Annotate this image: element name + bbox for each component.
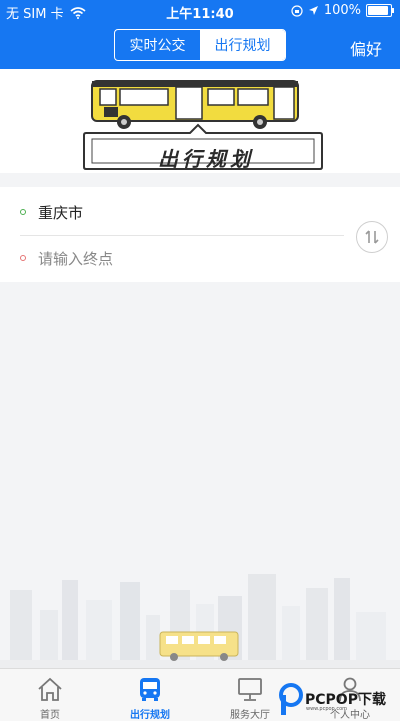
swap-arrows-icon xyxy=(365,230,379,244)
banner: 出行规划 xyxy=(0,69,400,173)
tab-home-label: 首页 xyxy=(40,710,60,721)
tab-trip-planning[interactable]: 出行规划 xyxy=(200,30,285,60)
pcpop-logo-icon xyxy=(279,683,303,715)
tab-realtime-bus[interactable]: 实时公交 xyxy=(115,30,200,60)
start-location-value: 重庆市 xyxy=(38,203,84,222)
monitor-icon xyxy=(238,678,262,701)
start-location-row[interactable]: 重庆市 xyxy=(20,190,340,234)
battery-percent: 100% xyxy=(323,3,361,18)
tab-trip-planning-label: 出行规划 xyxy=(130,710,170,721)
mode-segmented-control: 实时公交 出行规划 xyxy=(114,29,286,61)
orientation-lock-icon xyxy=(291,4,303,17)
banner-sign-text: 出行规划 xyxy=(158,147,254,171)
trip-form: 重庆市 请输入终点 xyxy=(0,187,400,282)
swap-locations-button[interactable] xyxy=(356,221,388,253)
battery-icon xyxy=(366,4,394,17)
tab-trip-planning-nav[interactable]: 出行规划 xyxy=(100,669,200,721)
start-dot xyxy=(20,209,26,215)
location-arrow-icon xyxy=(308,6,318,15)
home-icon xyxy=(38,677,62,701)
preferences-button[interactable]: 偏好 xyxy=(350,36,382,60)
end-dot xyxy=(20,255,26,261)
end-location-input[interactable]: 请输入终点 xyxy=(20,236,340,280)
end-location-placeholder: 请输入终点 xyxy=(38,249,114,268)
city-skyline-illustration xyxy=(0,574,400,668)
site-watermark: PCPOP下载 www.pcpop.com xyxy=(276,680,400,720)
bus-icon xyxy=(140,678,160,701)
app-header: 无 SIM 卡 上午11:40 100% 实时公交 出行规划 偏好 xyxy=(0,0,400,69)
watermark-subtext: www.pcpop.com xyxy=(306,706,347,712)
status-bar: 无 SIM 卡 上午11:40 100% xyxy=(0,0,400,22)
tab-home[interactable]: 首页 xyxy=(0,669,100,721)
